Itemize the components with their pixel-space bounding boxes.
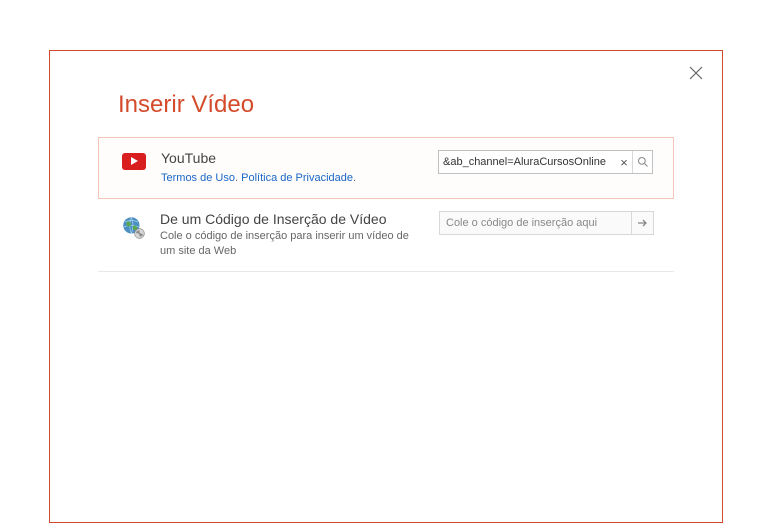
close-button[interactable] bbox=[688, 65, 704, 81]
embed-submit-button[interactable] bbox=[631, 212, 653, 234]
youtube-icon bbox=[122, 153, 146, 170]
search-button[interactable] bbox=[632, 151, 652, 173]
youtube-option-text: YouTube Termos de Uso. Política de Priva… bbox=[149, 150, 438, 186]
dialog-title: Inserir Vídeo bbox=[50, 51, 722, 137]
youtube-links-line: Termos de Uso. Política de Privacidade. bbox=[161, 168, 426, 186]
youtube-search-input[interactable] bbox=[439, 151, 616, 173]
clear-input-button[interactable]: × bbox=[616, 155, 632, 170]
insert-video-dialog: Inserir Vídeo YouTube Termos de Uso. Pol… bbox=[49, 50, 723, 523]
embed-title: De um Código de Inserção de Vídeo bbox=[160, 211, 427, 227]
youtube-search-box: × bbox=[438, 150, 653, 174]
embed-code-input[interactable] bbox=[440, 212, 631, 234]
youtube-option-row: YouTube Termos de Uso. Política de Priva… bbox=[98, 137, 674, 199]
embed-subtitle: Cole o código de inserção para inserir u… bbox=[160, 229, 427, 259]
youtube-icon-wrap bbox=[119, 150, 149, 170]
youtube-input-wrap: × bbox=[438, 150, 653, 174]
youtube-title: YouTube bbox=[161, 150, 426, 166]
close-icon bbox=[688, 65, 704, 81]
privacy-link[interactable]: Política de Privacidade bbox=[241, 172, 353, 184]
embed-option-text: De um Código de Inserção de Vídeo Cole o… bbox=[148, 211, 439, 259]
embed-code-box bbox=[439, 211, 654, 235]
terms-link[interactable]: Termos de Uso bbox=[161, 172, 235, 184]
search-icon bbox=[637, 156, 649, 168]
embed-option-row: De um Código de Inserção de Vídeo Cole o… bbox=[98, 199, 674, 272]
arrow-right-icon bbox=[637, 218, 649, 228]
embed-icon-wrap bbox=[118, 211, 148, 240]
link-trailing: . bbox=[353, 172, 356, 184]
embed-input-wrap bbox=[439, 211, 654, 235]
globe-icon bbox=[120, 214, 146, 240]
